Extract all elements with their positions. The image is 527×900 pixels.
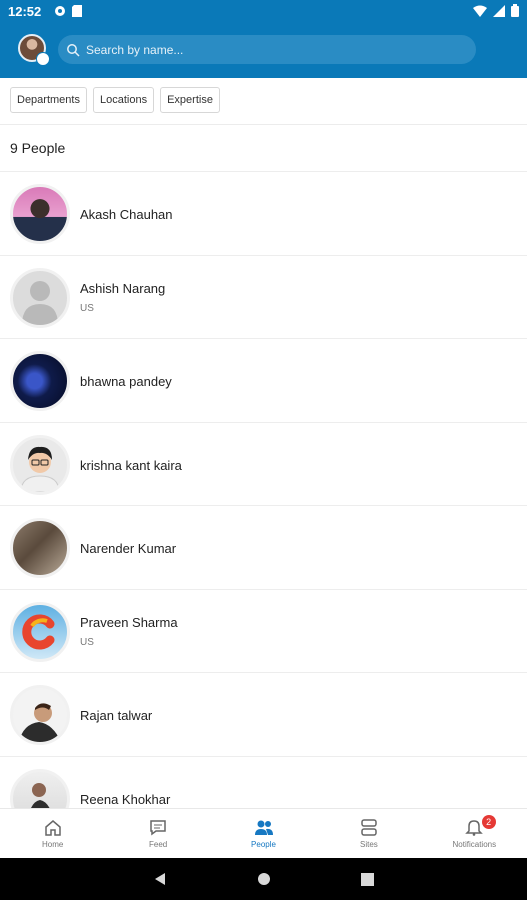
my-profile-avatar[interactable] xyxy=(18,34,50,66)
notification-badge: 2 xyxy=(481,815,496,829)
list-item[interactable]: krishna kant kaira xyxy=(0,421,527,506)
person-name: Akash Chauhan xyxy=(80,207,173,222)
bottom-navigation: Home Feed People Sites 2 Notifications xyxy=(0,808,527,858)
person-name: bhawna pandey xyxy=(80,374,172,389)
logo-c xyxy=(22,614,55,649)
nav-home[interactable]: Home xyxy=(0,809,105,858)
filter-expertise[interactable]: Expertise xyxy=(160,87,220,113)
person-location: US xyxy=(80,302,94,314)
person-placeholder-icon xyxy=(22,280,58,325)
cartoon-avatar xyxy=(20,446,60,492)
nav-notifications[interactable]: 2 Notifications xyxy=(422,809,527,858)
sd-card-icon xyxy=(72,5,82,17)
list-item[interactable]: Rajan talwar xyxy=(0,672,527,756)
person-name: Reena Khokhar xyxy=(80,791,171,807)
search-bar[interactable] xyxy=(58,35,476,64)
battery-icon xyxy=(511,4,519,17)
nav-feed-label: Feed xyxy=(148,840,168,849)
person-name: Praveen Sharma xyxy=(80,614,178,630)
feed-icon xyxy=(150,820,166,836)
back-icon[interactable] xyxy=(153,872,167,886)
wifi-icon xyxy=(473,5,487,17)
people-icon xyxy=(254,820,273,835)
avatar xyxy=(10,685,70,745)
people-list: Akash Chauhan Ashish Narang US bhawna pa… xyxy=(0,171,527,839)
person-name: Narender Kumar xyxy=(80,541,177,556)
person-name: Rajan talwar xyxy=(80,708,153,723)
recents-icon[interactable] xyxy=(361,872,374,886)
status-bar: 12:52 xyxy=(0,0,527,24)
avatar xyxy=(10,434,70,495)
app-notification-icon xyxy=(55,6,65,16)
status-time: 12:52 xyxy=(8,4,42,19)
person-name: krishna kant kaira xyxy=(80,457,182,473)
system-navigation xyxy=(0,858,527,900)
search-icon xyxy=(67,43,80,57)
search-input[interactable] xyxy=(86,42,466,57)
profile-badge-icon xyxy=(36,52,50,66)
people-count: 9 People xyxy=(10,140,66,156)
list-item[interactable]: Narender Kumar xyxy=(0,505,527,589)
list-item[interactable]: Praveen Sharma US xyxy=(0,588,527,673)
person-location: US xyxy=(80,636,94,648)
list-item[interactable]: bhawna pandey xyxy=(0,338,527,422)
list-item[interactable]: Ashish Narang US xyxy=(0,254,527,339)
list-item[interactable]: Akash Chauhan xyxy=(0,171,527,255)
avatar xyxy=(10,601,70,662)
nav-people-label: People xyxy=(251,840,276,849)
filter-departments[interactable]: Departments xyxy=(10,87,87,113)
bell-icon xyxy=(465,820,484,836)
app-header: 12:52 xyxy=(0,0,527,78)
avatar xyxy=(10,351,70,411)
home-icon xyxy=(44,820,61,836)
divider xyxy=(0,124,527,125)
photo-avatar xyxy=(19,703,61,742)
avatar xyxy=(10,184,70,244)
nav-people[interactable]: People xyxy=(211,809,316,858)
avatar-placeholder xyxy=(10,267,70,328)
nav-sites-label: Sites xyxy=(360,840,378,849)
nav-home-label: Home xyxy=(42,840,64,849)
person-name: Ashish Narang xyxy=(80,280,166,296)
sites-icon xyxy=(361,819,377,836)
avatar xyxy=(10,518,70,578)
nav-feed[interactable]: Feed xyxy=(105,809,210,858)
filter-chips: Departments Locations Expertise xyxy=(10,87,220,113)
home-circle-icon[interactable] xyxy=(257,872,271,886)
nav-notifications-label: Notifications xyxy=(452,840,497,849)
status-icons xyxy=(54,5,82,17)
nav-sites[interactable]: Sites xyxy=(316,809,421,858)
filter-locations[interactable]: Locations xyxy=(92,87,155,113)
signal-icon xyxy=(493,4,505,17)
